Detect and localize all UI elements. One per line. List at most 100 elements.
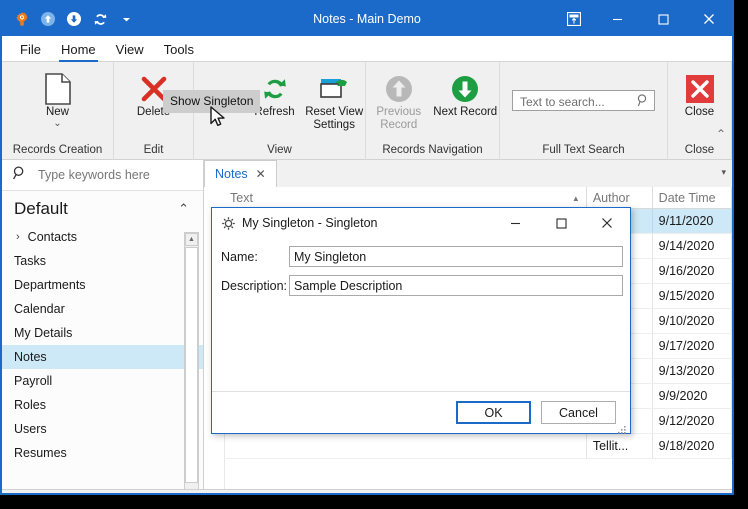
full-text-search-box[interactable]: [512, 90, 655, 111]
down-arrow-circle-icon: [449, 72, 481, 106]
sidebar-item-label: Roles: [14, 398, 46, 412]
name-field[interactable]: [289, 246, 623, 267]
ok-button[interactable]: OK: [456, 401, 531, 424]
menu-item-file[interactable]: File: [10, 40, 51, 61]
tab-strip: Notes ✕ ▾: [204, 160, 732, 188]
reset-view-settings-label: Reset View Settings: [303, 106, 365, 132]
dialog-window-controls: [492, 208, 630, 238]
sidebar-item-my-details[interactable]: My Details: [2, 321, 203, 345]
sidebar-item-label: Departments: [14, 278, 86, 292]
sidebar-item-calendar[interactable]: Calendar: [2, 297, 203, 321]
description-field[interactable]: [289, 275, 623, 296]
dialog-footer: OK Cancel: [212, 391, 630, 433]
ribbon-group-label-records-creation: Records Creation: [2, 142, 113, 160]
dialog-title-bar: My Singleton - Singleton: [212, 208, 630, 238]
grid-column-header-text[interactable]: Text ▲: [224, 187, 587, 209]
search-icon[interactable]: [636, 93, 650, 113]
ribbon-group-label-view: View: [194, 142, 365, 160]
gear-icon: [221, 216, 236, 231]
status-user-text: User: Sam: [11, 495, 68, 496]
grid-column-label: Author: [593, 191, 630, 205]
sort-ascending-icon[interactable]: ▲: [572, 194, 580, 203]
cell-date: 9/17/2020: [653, 334, 732, 358]
new-button[interactable]: New ⌄: [2, 66, 113, 129]
sidebar-scrollbar[interactable]: ▲ ▼: [184, 232, 199, 489]
field-row-description: Description:: [212, 275, 630, 296]
sidebar-item-label: Notes: [14, 350, 47, 364]
tabs-menu-icon[interactable]: ▾: [721, 167, 726, 178]
sidebar-item-roles[interactable]: Roles: [2, 393, 203, 417]
chevron-right-icon[interactable]: ›: [16, 231, 20, 243]
scroll-up-icon[interactable]: ▲: [185, 233, 198, 246]
dialog-resize-grip-icon[interactable]: [618, 421, 628, 431]
cell-date: 9/15/2020: [653, 284, 732, 308]
cell-date: 9/10/2020: [653, 309, 732, 333]
ribbon-group-label-edit: Edit: [114, 142, 193, 160]
field-row-name: Name:: [212, 246, 630, 267]
sidebar-item-label: Payroll: [14, 374, 52, 388]
previous-record-button[interactable]: Previous Record: [366, 66, 432, 132]
sidebar-item-notes[interactable]: Notes: [2, 345, 203, 369]
dialog-maximize-button[interactable]: [538, 208, 584, 238]
minimize-button[interactable]: [594, 2, 640, 36]
dialog-close-button[interactable]: [584, 208, 630, 238]
next-record-button[interactable]: Next Record: [432, 66, 500, 119]
sidebar-item-users[interactable]: Users: [2, 417, 203, 441]
grid-column-header-author[interactable]: Author: [587, 187, 653, 209]
sidebar-item-resumes[interactable]: Resumes: [2, 441, 203, 465]
sidebar-item-payroll[interactable]: Payroll: [2, 369, 203, 393]
sidebar-item-label: Resumes: [14, 446, 67, 460]
tab-close-icon[interactable]: ✕: [256, 167, 266, 181]
sidebar-search-input[interactable]: [36, 167, 190, 183]
maximize-button[interactable]: [640, 2, 686, 36]
status-bar: User: Sam: [2, 489, 732, 495]
close-window-button[interactable]: [686, 2, 732, 36]
dialog-title: My Singleton - Singleton: [242, 216, 378, 230]
sidebar-search[interactable]: [2, 160, 203, 191]
cell-date: 9/9/2020: [653, 384, 732, 408]
sidebar-item-label: Calendar: [14, 302, 65, 316]
table-row[interactable]: Tellit... 9/18/2020: [224, 434, 732, 459]
cell-date: 9/13/2020: [653, 359, 732, 383]
scrollbar-thumb[interactable]: [185, 247, 198, 483]
reset-view-icon: [318, 72, 350, 106]
sidebar-item-contacts[interactable]: › Contacts: [2, 225, 203, 249]
new-button-dropdown-icon[interactable]: ⌄: [53, 119, 61, 129]
previous-record-label: Previous Record: [366, 106, 432, 132]
next-record-label: Next Record: [433, 106, 497, 119]
screenshot-root: Notes - Main Demo: [0, 0, 748, 509]
sidebar-search-icon: [12, 165, 28, 186]
menu-item-home[interactable]: Home: [51, 40, 106, 61]
document-icon: [44, 72, 72, 106]
show-singleton-tooltip[interactable]: Show Singleton: [163, 90, 260, 113]
cancel-button[interactable]: Cancel: [541, 401, 616, 424]
window-controls: [554, 2, 732, 36]
menu-bar: File Home View Tools: [2, 36, 732, 62]
sidebar-group-label: Default: [14, 199, 68, 219]
grid-column-label: Date Time: [659, 191, 716, 205]
reset-view-settings-button[interactable]: Reset View Settings: [303, 66, 365, 132]
refresh-button-label: Refresh: [254, 106, 294, 119]
menu-item-tools[interactable]: Tools: [154, 40, 204, 61]
dialog-minimize-button[interactable]: [492, 208, 538, 238]
menu-item-view[interactable]: View: [106, 40, 154, 61]
collapse-ribbon-button[interactable]: ⌃: [716, 127, 726, 141]
sidebar-group-default[interactable]: Default ⌃: [2, 191, 203, 225]
close-ribbon-label: Close: [685, 106, 714, 119]
sidebar-item-label: Users: [14, 422, 47, 436]
sidebar-item-label: Contacts: [28, 230, 77, 244]
sidebar-item-tasks[interactable]: Tasks: [2, 249, 203, 273]
sidebar: Default ⌃ › Contacts Tasks Departments: [2, 160, 204, 489]
chevron-up-icon[interactable]: ⌃: [178, 201, 189, 217]
close-ribbon-button[interactable]: Close: [668, 66, 731, 119]
cell-date: 9/14/2020: [653, 234, 732, 258]
ribbon-display-options-button[interactable]: [554, 2, 594, 36]
green-refresh-icon: [259, 72, 291, 106]
show-singleton-button[interactable]: [194, 66, 246, 72]
cell-date: 9/16/2020: [653, 259, 732, 283]
tab-notes[interactable]: Notes ✕: [204, 160, 277, 187]
grid-column-header-date-time[interactable]: Date Time: [653, 187, 732, 209]
search-input[interactable]: [518, 91, 637, 112]
sidebar-item-departments[interactable]: Departments: [2, 273, 203, 297]
title-bar: Notes - Main Demo: [2, 2, 732, 36]
